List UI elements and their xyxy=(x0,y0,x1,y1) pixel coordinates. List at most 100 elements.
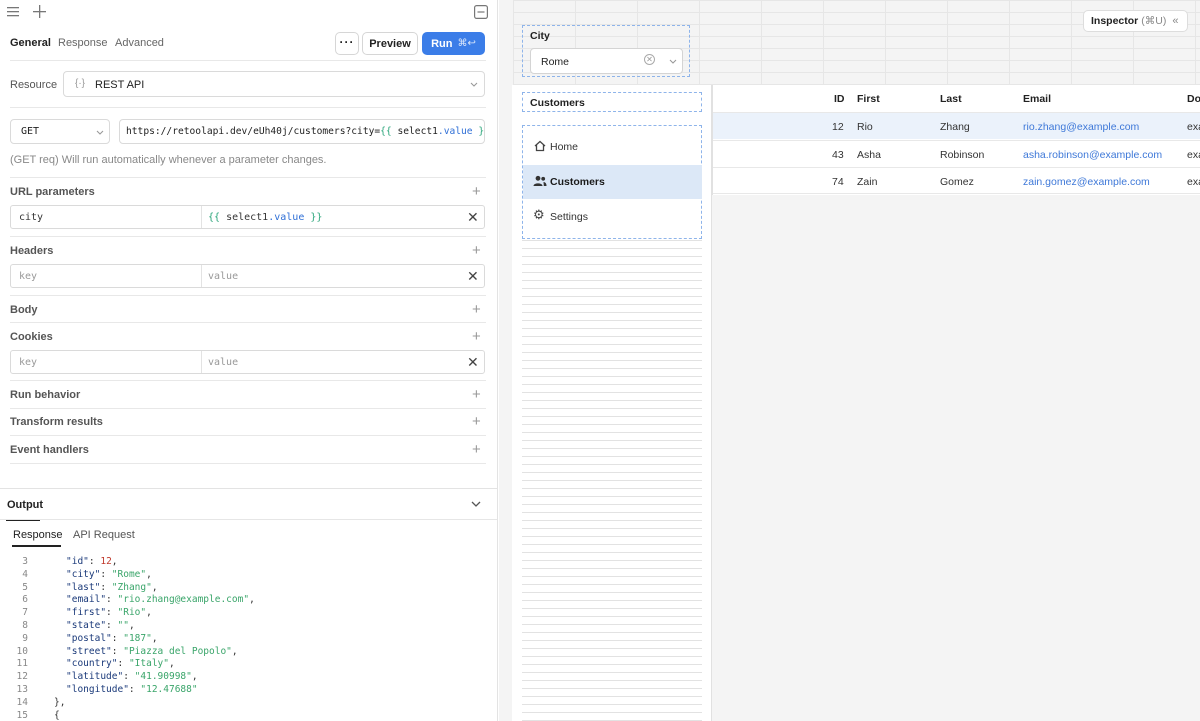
json-comma: , xyxy=(146,607,152,619)
cell-email[interactable]: zain.gomez@example.com xyxy=(1023,176,1150,188)
output-tab-response[interactable]: Response xyxy=(13,529,63,541)
code-text: "longitude": "12.47688" xyxy=(66,684,198,695)
column-header-email[interactable]: Email xyxy=(1023,93,1051,105)
cell-first: Zain xyxy=(857,176,878,188)
line-number: 7 xyxy=(22,607,28,619)
inspector-toggle[interactable]: Inspector (⌘U) « xyxy=(1083,10,1188,32)
code-text: "last": "Zhang", xyxy=(66,581,158,593)
cell-first: Asha xyxy=(857,149,881,161)
add-event-handler-icon[interactable]: + xyxy=(472,442,481,457)
tab-advanced[interactable]: Advanced xyxy=(115,37,164,49)
cell-last: Gomez xyxy=(940,176,974,188)
preview-button[interactable]: Preview xyxy=(362,32,418,55)
more-options-button[interactable]: ··· xyxy=(335,32,359,55)
run-button[interactable]: Run ⌘↩ xyxy=(422,32,485,55)
expand-transform-results-icon[interactable]: + xyxy=(472,414,481,429)
menu-icon[interactable] xyxy=(7,6,20,18)
cell-id: 74 xyxy=(832,176,844,188)
nav-item-settings[interactable]: ⚙ Settings xyxy=(523,200,702,234)
cell-email[interactable]: rio.zhang@example.com xyxy=(1023,121,1139,133)
url-param-value[interactable]: {{ select1.value }} xyxy=(208,212,322,223)
code-text: { xyxy=(54,709,60,721)
table-row[interactable]: 43 Asha Robinson asha.robinson@example.c… xyxy=(713,140,1200,167)
more-icon: ··· xyxy=(339,34,355,49)
code-text: "first": "Rio", xyxy=(66,607,152,619)
close-icon[interactable]: ✕ xyxy=(467,354,479,371)
close-icon[interactable]: ✕ xyxy=(467,268,479,285)
cookie-key-input[interactable]: key xyxy=(19,357,37,368)
add-body-icon[interactable]: + xyxy=(472,302,481,317)
run-note: (GET req) Will run automatically wheneve… xyxy=(10,154,327,166)
cell-extra: exa xyxy=(1187,121,1200,133)
header-key-input[interactable]: key xyxy=(19,271,37,282)
transform-results-title[interactable]: Transform results xyxy=(10,416,103,428)
nav-item-home[interactable]: Home xyxy=(523,130,702,164)
method-select[interactable]: GET xyxy=(10,119,110,144)
event-handlers-title[interactable]: Event handlers xyxy=(10,444,89,456)
inspector-shortcut: (⌘U) xyxy=(1141,15,1167,27)
headers-title: Headers xyxy=(10,245,54,257)
header-value-input[interactable]: value xyxy=(208,271,238,282)
close-icon[interactable]: ✕ xyxy=(467,209,479,226)
code-text: "street": "Piazza del Popolo", xyxy=(66,645,238,657)
add-icon[interactable] xyxy=(33,5,46,18)
body-title: Body xyxy=(10,304,38,316)
collapse-panel-icon[interactable] xyxy=(474,5,488,19)
line-number: 12 xyxy=(16,671,28,683)
run-shortcut: ⌘↩ xyxy=(457,38,476,49)
chevron-down-icon xyxy=(669,59,677,64)
city-select[interactable]: Rome ✕ xyxy=(530,48,683,74)
url-prefix: https://retoolapi.dev/eUh40j/customers?c… xyxy=(126,126,381,137)
json-value: "12.47688" xyxy=(140,684,198,695)
url-input[interactable]: https://retoolapi.dev/eUh40j/customers?c… xyxy=(119,119,485,144)
cookie-row: key value ✕ xyxy=(10,350,485,374)
city-select-value: Rome xyxy=(541,56,570,68)
resource-value: REST API xyxy=(95,79,145,91)
code-text: "latitude": "41.90998", xyxy=(66,671,198,683)
nav-item-home-label: Home xyxy=(550,141,579,153)
column-header-do[interactable]: Do xyxy=(1187,93,1200,105)
cell-last: Robinson xyxy=(940,149,985,161)
clear-icon[interactable]: ✕ xyxy=(644,54,655,65)
table-row[interactable]: 12 Rio Zhang rio.zhang@example.com exa xyxy=(713,112,1200,139)
run-button-label: Run xyxy=(431,37,453,50)
column-header-last[interactable]: Last xyxy=(940,93,962,105)
cell-email[interactable]: asha.robinson@example.com xyxy=(1023,149,1162,161)
table-row[interactable]: 74 Zain Gomez zain.gomez@example.com exa xyxy=(713,167,1200,194)
expand-run-behavior-icon[interactable]: + xyxy=(472,387,481,402)
cookie-value-input[interactable]: value xyxy=(208,357,238,368)
column-header-first[interactable]: First xyxy=(857,93,880,105)
cookies-title: Cookies xyxy=(10,331,53,343)
code-text: "id": 12, xyxy=(66,556,118,567)
output-tab-api-request[interactable]: API Request xyxy=(73,529,135,541)
json-value: "Rio" xyxy=(117,607,147,619)
json-value: "187" xyxy=(123,632,152,644)
cell-extra: exa xyxy=(1187,149,1200,161)
nav-item-customers[interactable]: Customers xyxy=(523,165,702,199)
add-header-icon[interactable]: + xyxy=(472,243,481,258)
code-text: }, xyxy=(54,696,66,708)
customers-heading: Customers xyxy=(530,97,585,109)
column-header-id[interactable]: ID xyxy=(834,93,845,105)
resource-select[interactable]: {·} REST API xyxy=(63,71,485,97)
run-behavior-title[interactable]: Run behavior xyxy=(10,389,80,401)
json-key: "postal" xyxy=(66,632,112,644)
chevron-down-icon[interactable] xyxy=(471,501,481,508)
json-comma: , xyxy=(191,671,198,683)
add-url-parameter-icon[interactable]: + xyxy=(472,184,481,199)
tab-general[interactable]: General xyxy=(10,37,51,49)
code-text: "state": "", xyxy=(66,620,135,631)
cell-id: 12 xyxy=(832,121,844,133)
top-toolbar xyxy=(0,0,497,26)
json-comma: , xyxy=(146,568,152,580)
line-number: 10 xyxy=(16,645,28,657)
code-text: "country": "Italy", xyxy=(66,658,175,670)
line-number: 15 xyxy=(16,709,28,721)
add-cookie-icon[interactable]: + xyxy=(472,329,481,344)
url-param-key[interactable]: city xyxy=(19,212,43,223)
query-editor-panel: General Response Advanced ··· Preview Ru… xyxy=(0,0,498,721)
nav-item-customers-label: Customers xyxy=(550,176,605,188)
tab-response[interactable]: Response xyxy=(58,37,108,49)
json-comma: , xyxy=(151,581,158,593)
line-number: 4 xyxy=(22,568,28,580)
